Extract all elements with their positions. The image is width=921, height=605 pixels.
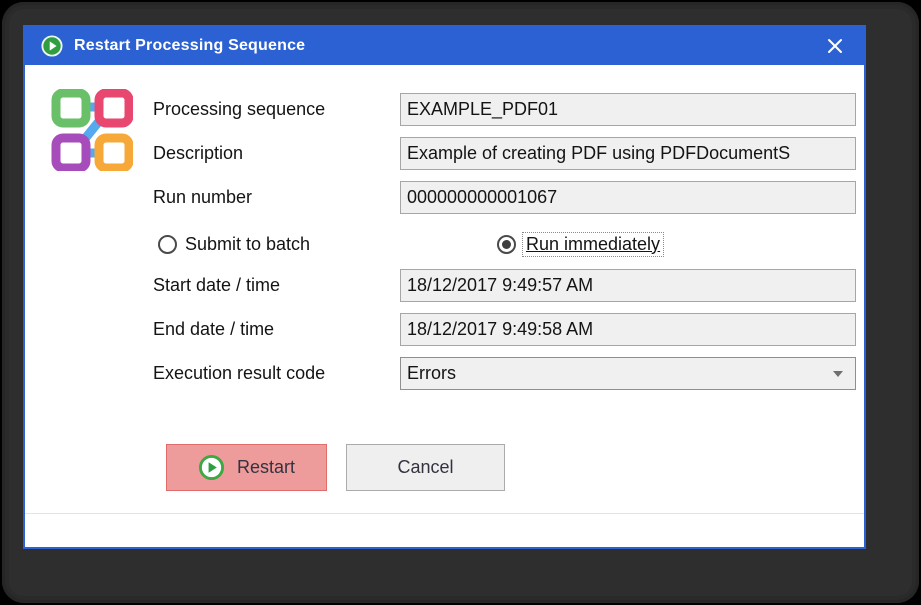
end-datetime-label: End date / time bbox=[153, 313, 274, 346]
restart-button-label: Restart bbox=[237, 457, 295, 478]
radio-submit-to-batch[interactable]: Submit to batch bbox=[158, 231, 310, 257]
run-number-label: Run number bbox=[153, 181, 252, 214]
footer-separator bbox=[25, 513, 864, 514]
restart-button[interactable]: Restart bbox=[166, 444, 327, 491]
start-datetime-field[interactable] bbox=[400, 269, 856, 302]
run-number-field[interactable] bbox=[400, 181, 856, 214]
radio-circle-icon[interactable] bbox=[158, 235, 177, 254]
description-field[interactable] bbox=[400, 137, 856, 170]
restart-processing-sequence-dialog: Restart Processing Sequence Processing s… bbox=[23, 25, 866, 549]
cancel-button[interactable]: Cancel bbox=[346, 444, 505, 491]
execution-result-code-value: Errors bbox=[407, 363, 456, 384]
radio-submit-to-batch-label: Submit to batch bbox=[185, 234, 310, 255]
processing-sequence-label: Processing sequence bbox=[153, 93, 325, 126]
cancel-button-label: Cancel bbox=[397, 457, 453, 478]
start-datetime-label: Start date / time bbox=[153, 269, 280, 302]
execution-result-code-dropdown[interactable]: Errors bbox=[400, 357, 856, 390]
play-icon bbox=[198, 454, 225, 481]
chevron-down-icon[interactable] bbox=[833, 371, 843, 377]
dialog-title: Restart Processing Sequence bbox=[74, 37, 305, 55]
processing-sequence-field[interactable] bbox=[400, 93, 856, 126]
description-label: Description bbox=[153, 137, 243, 170]
play-icon bbox=[41, 35, 63, 57]
radio-run-immediately-label: Run immediately bbox=[524, 234, 662, 255]
execution-result-code-label: Execution result code bbox=[153, 357, 325, 390]
radio-circle-icon[interactable] bbox=[497, 235, 516, 254]
processing-sequence-icon bbox=[51, 89, 133, 171]
radio-run-immediately[interactable]: Run immediately bbox=[497, 231, 662, 257]
close-icon[interactable] bbox=[822, 33, 848, 59]
dialog-titlebar[interactable]: Restart Processing Sequence bbox=[25, 27, 864, 65]
end-datetime-field[interactable] bbox=[400, 313, 856, 346]
